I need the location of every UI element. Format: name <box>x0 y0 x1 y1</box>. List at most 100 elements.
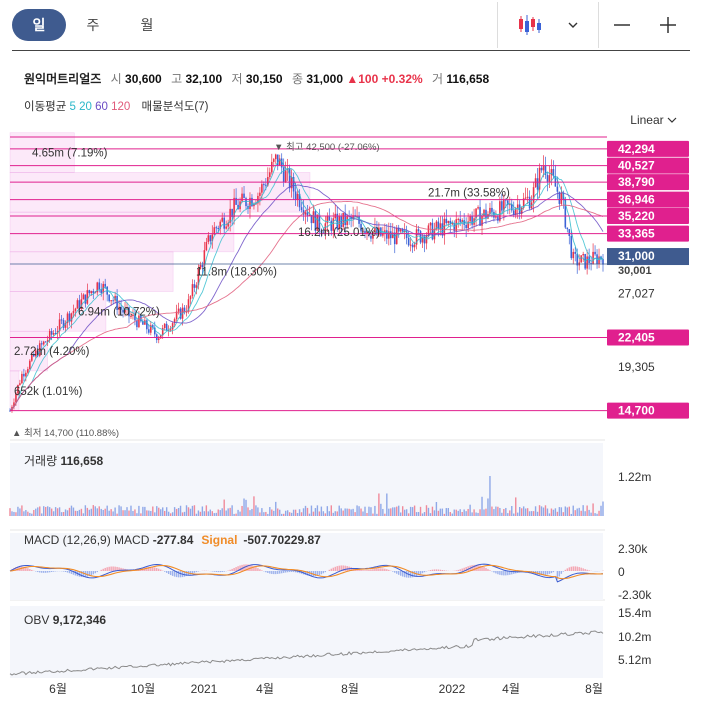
candle-body <box>189 296 192 300</box>
macd-histogram-bar <box>106 567 108 571</box>
volume-bar <box>150 510 152 516</box>
candle-body <box>171 323 174 330</box>
price-pane: 42,294 40,527 38,790 36,946 35,220 33,365 22,4… <box>9 132 689 601</box>
volume-bar <box>562 512 565 516</box>
volume-bar <box>312 511 315 516</box>
macd-histogram-bar <box>552 571 555 573</box>
candle-body <box>296 193 299 200</box>
volume-bar <box>384 513 386 516</box>
volume-bar <box>340 508 342 516</box>
macd-histogram-bar <box>286 571 289 573</box>
candle-body <box>104 283 106 287</box>
volume-bar <box>72 507 75 516</box>
x-axis-label: 2021 <box>191 682 218 696</box>
volume-bar <box>213 513 215 516</box>
macd-histogram-bar <box>324 571 327 573</box>
macd-histogram-bar <box>398 571 400 575</box>
volume-bar <box>564 506 567 516</box>
volume-bar <box>181 512 184 516</box>
volume-bar <box>524 508 527 516</box>
volume-bar <box>209 509 212 516</box>
volume-bar <box>580 510 582 516</box>
x-axis-label: 6월 <box>49 682 67 696</box>
candle-body <box>429 222 432 226</box>
volume-title-label: 거래량 <box>24 454 60 468</box>
candle-body <box>243 193 245 199</box>
candle-body <box>88 290 91 294</box>
volume-bar <box>556 511 559 516</box>
macd-histogram-bar <box>580 567 582 571</box>
volume-bar <box>519 506 521 516</box>
all-time-high-marker: ▼ 최고 42,500 (-27.06%) <box>274 142 380 153</box>
volume-bar <box>112 511 114 516</box>
macd-histogram-bar <box>370 569 372 571</box>
candle-body <box>304 212 307 215</box>
volume-profile-label: 6.94m (10.72%) <box>78 306 160 318</box>
volume-profile-label: 11.8m (18.30%) <box>196 267 277 279</box>
macd-histogram-bar <box>332 567 334 571</box>
obv-title: OBV 9,172,346 <box>24 613 106 627</box>
volume-bar <box>108 510 110 516</box>
candle-body <box>393 232 396 245</box>
volume-bar <box>279 509 281 516</box>
macd-histogram-bar <box>505 571 507 576</box>
volume-bar <box>88 509 91 516</box>
candle-body <box>548 175 551 182</box>
volume-bar <box>247 507 249 516</box>
volume-bar <box>528 511 531 516</box>
macd-histogram-bar <box>290 571 293 572</box>
volume-bar <box>419 506 422 516</box>
volume-bar <box>372 513 374 516</box>
macd-histogram-bar <box>366 570 368 571</box>
stock-chart[interactable]: 42,294 40,527 38,790 36,946 35,220 33,365 22,4… <box>0 0 701 723</box>
candle-body <box>411 244 414 248</box>
volume-bar <box>160 509 162 516</box>
volume-bar <box>344 508 346 516</box>
macd-histogram-bar <box>560 571 563 574</box>
candle-body <box>44 341 47 343</box>
macd-histogram-bar <box>197 571 200 572</box>
volume-bar <box>320 506 323 516</box>
macd-histogram-bar <box>269 571 271 574</box>
macd-histogram-bar <box>27 568 29 571</box>
volume-bar <box>195 513 198 516</box>
volume-bar <box>58 507 61 516</box>
candle-body <box>270 161 273 173</box>
volume-bar <box>162 507 164 516</box>
volume-bar <box>316 505 319 516</box>
candle-body <box>594 251 596 255</box>
volume-bar <box>11 511 13 516</box>
macd-histogram-bar <box>578 567 580 571</box>
volume-bar <box>409 506 412 516</box>
candle-body <box>417 229 420 232</box>
volume-bar <box>546 508 549 516</box>
volume-bar <box>78 509 81 516</box>
volume-bar <box>326 506 329 516</box>
candle-body <box>92 291 95 293</box>
macd-histogram-bar <box>259 569 261 571</box>
volume-bar <box>568 506 570 516</box>
volume-bar <box>241 505 243 516</box>
candle-body <box>25 372 27 377</box>
volume-bar <box>46 506 49 516</box>
volume-bar <box>554 508 557 516</box>
candle-body <box>272 159 275 162</box>
candle-body <box>205 241 208 251</box>
macd-histogram-bar <box>215 571 217 572</box>
volume-bar <box>282 513 285 516</box>
volume-bar <box>100 508 102 516</box>
volume-bar <box>120 506 122 516</box>
macd-histogram-bar <box>493 571 495 573</box>
volume-bar <box>362 511 364 516</box>
volume-bar <box>41 513 43 516</box>
volume-bar <box>437 510 440 516</box>
volume-title: 거래량 116,658 <box>24 454 104 468</box>
volume-bar <box>578 507 580 516</box>
macd-histogram-bar <box>443 570 446 571</box>
volume-bar <box>308 513 311 516</box>
macd-histogram-bar <box>368 569 370 571</box>
volume-bar <box>106 505 108 516</box>
volume-bar <box>126 507 128 516</box>
candle-body <box>499 201 501 221</box>
volume-bar <box>60 512 63 516</box>
